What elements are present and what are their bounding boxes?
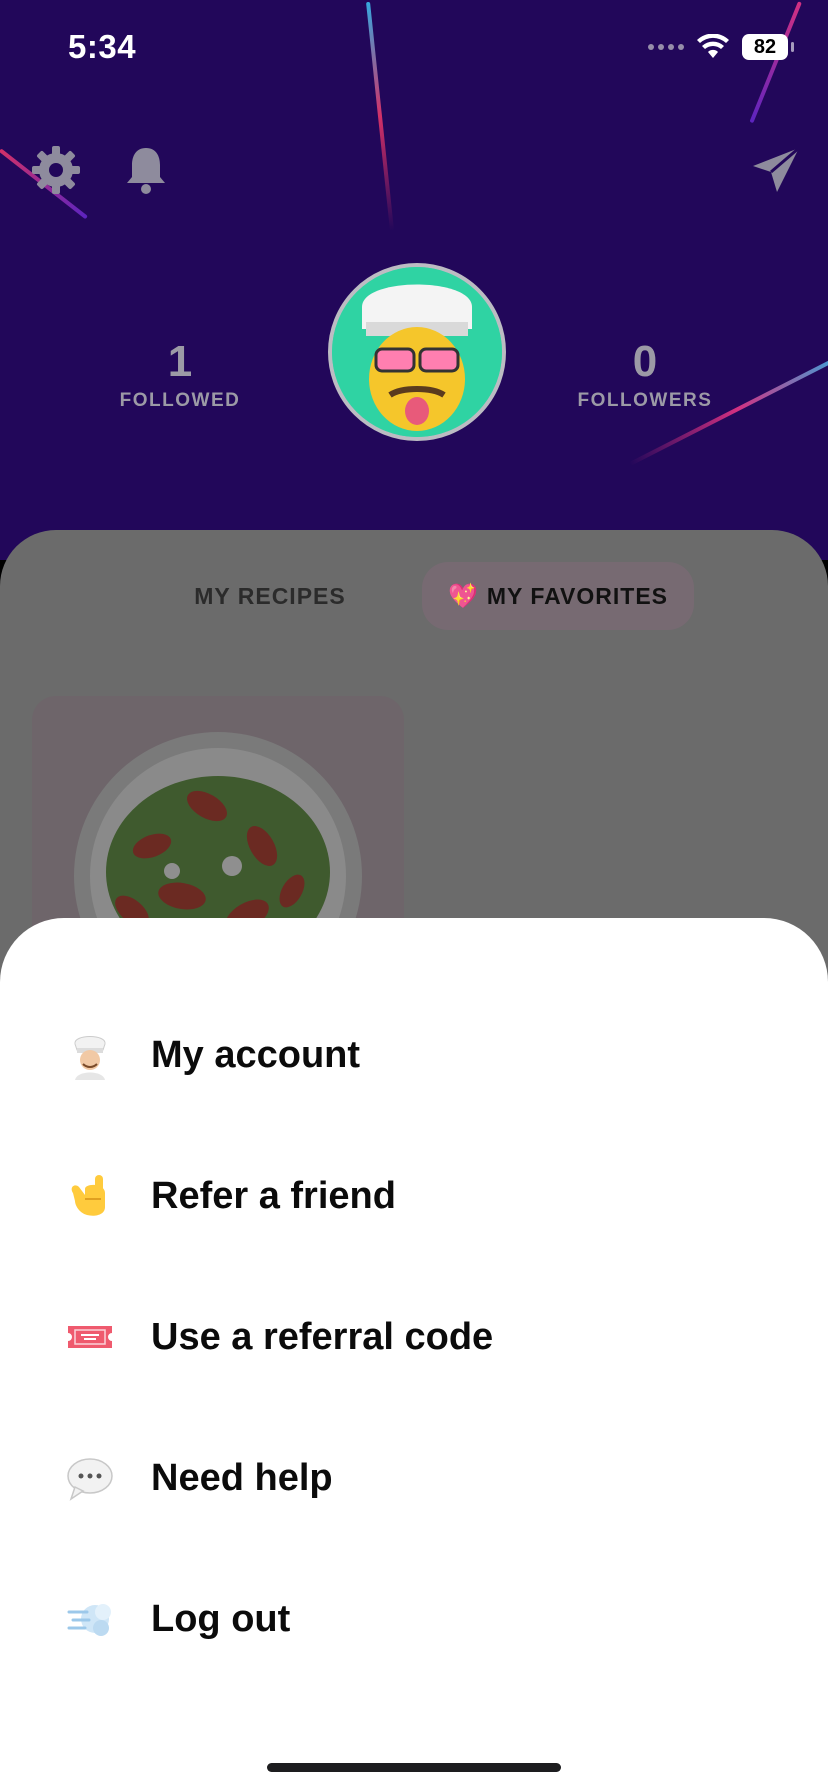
tab-my-recipes-label: MY RECIPES: [194, 582, 346, 609]
profile-tabs: MY RECIPES 💖 MY FAVORITES: [0, 562, 828, 632]
avatar[interactable]: [328, 263, 506, 441]
tab-my-recipes[interactable]: MY RECIPES: [170, 562, 370, 630]
followers-label: FOLLOWERS: [577, 390, 713, 411]
paper-plane-icon: [753, 146, 800, 192]
menu-item-my-account[interactable]: My account: [0, 1000, 828, 1110]
settings-button[interactable]: [26, 140, 86, 200]
battery-icon: 82: [742, 34, 794, 60]
battery-level: 82: [753, 35, 777, 58]
app-screen: 5:34 82 1 FOLLOWED 0 FOLLOWERS MY RECIPE…: [0, 0, 828, 1792]
menu-item-log-out-label: Log out: [151, 1597, 291, 1640]
followers-stat[interactable]: 0 FOLLOWERS: [545, 340, 745, 412]
menu-item-use-a-referral-code-label: Use a referral code: [151, 1315, 494, 1358]
followed-count: 1: [167, 337, 193, 386]
menu-item-my-account-label: My account: [151, 1033, 361, 1076]
status-indicators: 82: [648, 34, 794, 60]
menu-item-refer-a-friend[interactable]: Refer a friend: [0, 1141, 828, 1251]
memoji-avatar: [332, 267, 502, 437]
home-indicator[interactable]: [267, 1763, 561, 1772]
profile-header: 5:34 82 1 FOLLOWED 0 FOLLOWERS: [0, 0, 828, 560]
header-actions: [0, 140, 828, 200]
menu-item-use-a-referral-code[interactable]: Use a referral code: [0, 1282, 828, 1392]
menu-item-log-out[interactable]: Log out: [0, 1564, 828, 1674]
account-menu-sheet: My account Refer a friend Use a referral…: [0, 918, 828, 1792]
followed-stat[interactable]: 1 FOLLOWED: [80, 340, 280, 412]
menu-item-need-help-label: Need help: [151, 1456, 333, 1499]
tab-my-favorites[interactable]: 💖 MY FAVORITES: [422, 562, 694, 630]
signal-icon: [648, 44, 684, 50]
share-button[interactable]: [746, 140, 806, 200]
notifications-button[interactable]: [116, 140, 176, 200]
followers-count: 0: [632, 337, 658, 386]
menu-item-need-help[interactable]: Need help: [0, 1423, 828, 1533]
wifi-icon: [697, 34, 729, 58]
gear-icon: [32, 146, 80, 194]
menu-item-refer-a-friend-label: Refer a friend: [151, 1174, 396, 1217]
speech-bubble-icon: [64, 1452, 116, 1504]
status-time: 5:34: [68, 28, 137, 65]
chef-icon: [64, 1029, 116, 1081]
call-me-hand-icon: [64, 1170, 116, 1222]
status-bar: 5:34 82: [0, 0, 828, 100]
dash-symbol-icon: [64, 1593, 116, 1645]
followed-label: FOLLOWED: [119, 390, 241, 411]
tab-my-favorites-label: MY FAVORITES: [486, 582, 668, 609]
bell-icon: [127, 148, 165, 194]
sparkling-heart-icon: 💖: [447, 582, 479, 610]
ticket-icon: [64, 1311, 116, 1363]
